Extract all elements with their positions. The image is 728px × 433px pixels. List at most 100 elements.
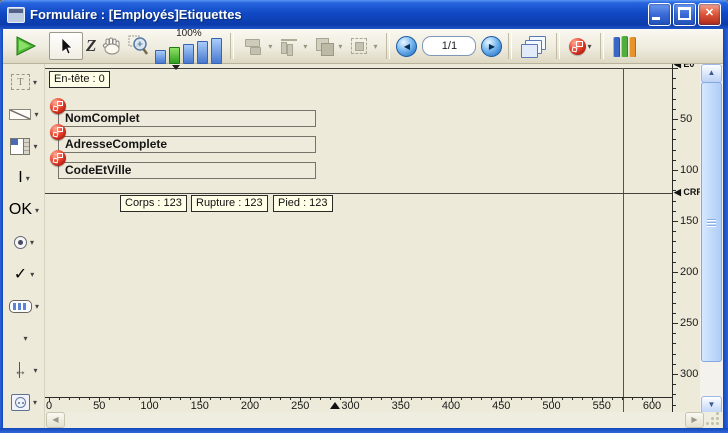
zoom-level-widget[interactable]: 100% [155,29,222,64]
vertical-scroll-thumb[interactable] [701,82,722,362]
header-marker-label[interactable]: En-tête : 0 [49,71,110,88]
ruler-tick [622,398,623,400]
sidebar-tool-splitter[interactable]: ↔▾ [4,360,44,380]
ruler-label: 200 [680,267,698,278]
field-AdresseComplete[interactable]: AdresseComplete [58,136,316,153]
pointer-icon [58,37,74,55]
ruler-label: 250 [680,318,698,329]
ruler-label: 400 [442,401,460,412]
zoom-bars[interactable] [155,40,222,64]
chevron-down-icon[interactable]: ▾ [30,238,34,247]
sidebar-tool-rectangle[interactable]: ▾ [4,328,44,348]
hand-icon [102,36,122,56]
distribute-button-disabled: ▾ [275,32,310,60]
section-marker-line[interactable] [45,193,672,194]
sidebar-tool-combobox[interactable]: I▾ [4,168,44,188]
maximize-button[interactable] [673,3,696,26]
form-boundary-line [623,398,624,413]
zoom-bar-400[interactable] [197,41,208,64]
line-tool-icon [9,109,31,120]
sidebar-tool-button[interactable]: OK▾ [4,200,44,220]
toolbar-separator [556,33,560,59]
entry-order-tool-button[interactable]: Z [83,32,99,60]
ruler-label: 300 [341,401,359,412]
header-marker-line[interactable] [45,68,672,69]
close-button[interactable]: ✕ [698,3,721,26]
views-button[interactable] [518,32,550,60]
run-icon [14,35,38,57]
ruler-tick [673,384,676,385]
section-marker-label[interactable]: Corps : 123 [120,195,187,212]
sidebar-tool-progress[interactable]: ▾ [4,296,44,316]
ruler-tick [612,398,613,400]
zoom-bar-50[interactable] [155,50,166,64]
chevron-down-icon[interactable]: ▾ [35,302,39,311]
chevron-down-icon[interactable]: ▾ [34,110,38,119]
form-boundary-line[interactable] [623,68,624,397]
field-badge-icon [50,98,66,114]
scroll-left-button[interactable]: ◀ [46,412,65,428]
ruler-tick [673,190,676,191]
run-form-button[interactable] [11,32,41,60]
sections-ruler-marker[interactable]: ◀ CRP [674,187,701,198]
window-title: Formulaire : [Employés]Etiquettes [30,7,242,22]
ruler-label: 200 [241,401,259,412]
sidebar-tool-checkbox[interactable]: ✓▾ [4,264,44,284]
chevron-down-icon: ▾ [338,42,342,51]
ruler-tick [673,241,676,242]
window-border-left [0,29,3,433]
chevron-down-icon[interactable]: ▾ [30,270,34,279]
vertical-scrollbar[interactable]: ▲ ▼ [700,64,723,415]
horizontal-scrollbar[interactable]: ◀ ▶ [45,412,723,428]
section-marker-label[interactable]: Rupture : 123 [191,195,268,212]
zoom-bar-200[interactable] [183,44,194,64]
zoom-bar-800[interactable] [211,38,222,64]
title-bar[interactable]: Formulaire : [Employés]Etiquettes ✕ [0,0,728,29]
plugin-tool-icon [11,394,30,411]
sidebar-tool-radio[interactable]: ▾ [4,232,44,252]
sidebar-tool-line[interactable]: ▾ [4,104,44,124]
ruler-tick [673,99,676,100]
hand-tool-button[interactable] [99,32,125,60]
chevron-down-icon[interactable]: ▾ [35,206,39,215]
ruler-tick [89,398,90,400]
field-CodeEtVille[interactable]: CodeEtVille [58,162,316,179]
zoom-bar-100[interactable] [169,47,180,64]
chevron-down-icon[interactable]: ▾ [26,174,30,183]
ruler-tick [481,398,482,400]
explorer-button[interactable] [610,32,639,60]
chevron-down-icon[interactable]: ▾ [23,334,27,343]
resize-grip[interactable] [705,413,721,427]
sidebar-tool-plugin[interactable]: ▾ [4,392,44,412]
ruler-tick [673,201,676,202]
next-page-button[interactable]: ▶ [481,36,502,57]
ruler-tick [673,354,676,355]
sidebar-tool-listbox[interactable]: ▾ [4,136,44,156]
form-canvas[interactable]: En-tête : 0 NomComplet AdresseComplete Cod… [45,64,672,397]
minimize-button[interactable] [648,3,671,26]
zoom-tool-button[interactable] [125,32,153,60]
ruler-tick [673,139,676,140]
toolbar-separator [508,33,512,59]
chevron-down-icon[interactable]: ▾ [33,366,37,375]
badge-icon [569,38,586,55]
field-NomComplet[interactable]: NomComplet [58,110,316,127]
scroll-right-button[interactable]: ▶ [685,412,704,428]
ruler-label: 100 [140,401,158,412]
scroll-up-button[interactable]: ▲ [701,64,722,83]
chevron-down-icon[interactable]: ▾ [33,78,37,87]
ruler-marker-icon[interactable] [330,402,340,409]
pointer-tool-button[interactable] [49,32,83,60]
toolbar-separator [386,33,390,59]
chevron-down-icon[interactable]: ▾ [33,398,37,407]
ruler-label: 250 [291,401,309,412]
previous-page-button[interactable]: ◀ [396,36,417,57]
chevron-down-icon[interactable]: ▾ [33,142,37,151]
ruler-label: 550 [593,401,611,412]
horizontal-ruler: 050100150200250300350400450500550600 [45,397,672,413]
ruler-tick [371,398,372,400]
ruler-tick [461,398,462,400]
badges-button[interactable]: ▾ [566,32,594,60]
sidebar-tool-text[interactable]: T▾ [4,72,44,92]
section-marker-label[interactable]: Pied : 123 [273,195,333,212]
